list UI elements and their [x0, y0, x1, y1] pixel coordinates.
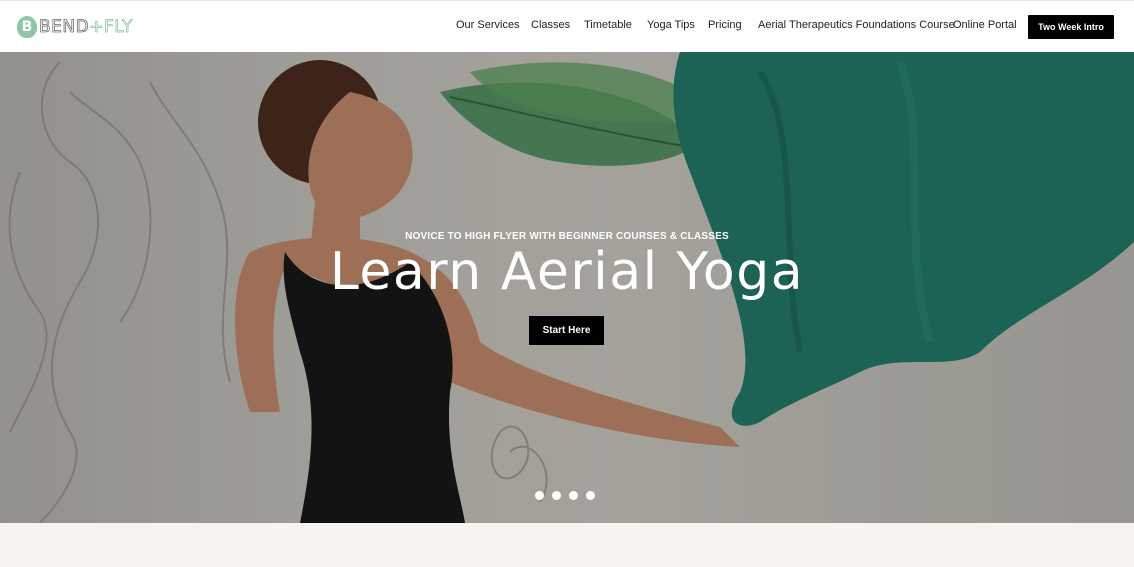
hero-slider: NOVICE TO HIGH FLYER WITH BEGINNER COURS… [0, 52, 1134, 523]
hero-eyebrow: NOVICE TO HIGH FLYER WITH BEGINNER COURS… [405, 231, 729, 242]
site-header: B BEND+FLY Our Services Classes Timetabl… [0, 0, 1134, 52]
nav-yoga-tips[interactable]: Yoga Tips [647, 19, 695, 31]
logo-word-fly: FLY [103, 17, 133, 38]
next-section [0, 523, 1134, 567]
nav-our-services[interactable]: Our Services [456, 19, 520, 31]
logo-mark-icon: B [17, 16, 37, 38]
slider-dot-2[interactable] [552, 491, 561, 500]
nav-classes[interactable]: Classes [531, 19, 570, 31]
nav-online-portal[interactable]: Online Portal [953, 19, 1017, 31]
slider-dot-4[interactable] [586, 491, 595, 500]
logo-wordmark: BEND+FLY [39, 17, 133, 38]
slider-dot-3[interactable] [569, 491, 578, 500]
slider-dots [535, 491, 595, 500]
nav-timetable[interactable]: Timetable [584, 19, 632, 31]
nav-pricing[interactable]: Pricing [708, 19, 742, 31]
logo-word-bend: BEND [39, 17, 90, 38]
start-here-button[interactable]: Start Here [529, 316, 604, 345]
slider-dot-1[interactable] [535, 491, 544, 500]
logo-plus: + [89, 17, 104, 38]
two-week-intro-button[interactable]: Two Week Intro [1028, 15, 1114, 39]
nav-aerial-therapeutics[interactable]: Aerial Therapeutics Foundations Course [758, 19, 955, 31]
brand-logo[interactable]: B BEND+FLY [17, 15, 133, 39]
hero-title: Learn Aerial Yoga [329, 242, 805, 302]
